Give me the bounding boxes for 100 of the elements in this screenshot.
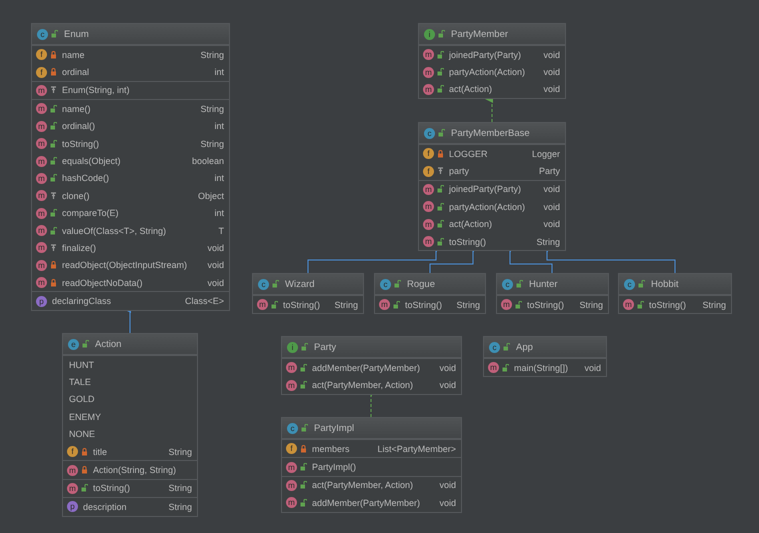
member-name: toString(): [449, 236, 488, 247]
member-badge-icon: m: [36, 242, 47, 254]
member-name: toString(): [405, 300, 444, 310]
member-badge-icon: m: [36, 156, 47, 167]
member-name: GOLD: [69, 394, 96, 404]
member-type: String: [200, 138, 224, 149]
member-type: int: [214, 121, 224, 132]
class-name: PartyMember: [451, 28, 508, 40]
member-badge-icon: m: [36, 120, 47, 132]
member-type: Party: [538, 166, 560, 176]
member-badge-icon: m: [67, 482, 78, 494]
type-badge-icon: c: [489, 342, 500, 352]
class-node[interactable]: c Rogue m toString() String: [374, 273, 486, 314]
class-node[interactable]: i Party m addMember(PartyMember) void m act(PartyMember, Action) void: [281, 336, 462, 395]
type-badge-icon: e: [68, 338, 79, 350]
member-name: joinedParty(Party): [449, 184, 522, 194]
member-badge-icon: m: [379, 299, 390, 310]
class-node[interactable]: c PartyImpl f members List<PartyMember> m PartyImpl() m act(PartyMember, Action) void m addMember(PartyMember) void: [281, 417, 462, 513]
member-badge-icon: m: [36, 84, 47, 96]
type-badge-icon: c: [424, 128, 435, 138]
member-type: String: [168, 446, 192, 457]
member-name: addMember(PartyMember): [312, 362, 422, 373]
member-type: void: [584, 362, 601, 373]
class-node[interactable]: e Action HUNT TALE GOLD ENEMY NONE f title String m Action(String, String) m toString() String p description String: [62, 333, 198, 517]
member-type: int: [214, 173, 224, 184]
type-badge-icon: c: [380, 278, 391, 290]
member-type: String: [456, 300, 480, 310]
member-type: Class<E>: [184, 296, 224, 306]
member-name: name(): [62, 104, 92, 114]
member-badge-icon: m: [286, 362, 297, 374]
member-badge-icon: m: [286, 380, 297, 391]
member-name: toString(): [283, 300, 322, 310]
member-badge-icon: m: [257, 299, 268, 310]
member-type: boolean: [192, 156, 224, 166]
member-badge-icon: m: [36, 277, 47, 288]
type-badge-icon: c: [287, 422, 298, 434]
member-badge-icon: m: [36, 260, 47, 271]
class-name: Action: [95, 338, 122, 350]
member-badge-icon: m: [36, 190, 47, 202]
class-node[interactable]: c App m main(String[]) void: [483, 336, 607, 378]
member-type: void: [207, 260, 224, 270]
member-badge-icon: f: [67, 446, 78, 458]
member-type: void: [439, 380, 456, 390]
member-type: String: [334, 300, 358, 310]
member-badge-icon: p: [36, 296, 47, 307]
member-badge-icon: m: [286, 462, 297, 473]
class-name: Enum: [64, 28, 89, 40]
member-name: members: [312, 444, 351, 454]
member-badge-icon: f: [423, 166, 434, 177]
member-type: void: [207, 242, 224, 253]
member-name: toString(): [649, 300, 688, 310]
member-name: description: [83, 502, 128, 512]
member-name: NONE: [69, 429, 96, 440]
class-node[interactable]: c Hobbit m toString() String: [618, 273, 732, 314]
member-name: LOGGER: [449, 148, 489, 159]
type-badge-icon: c: [258, 278, 269, 290]
member-name: PartyImpl(): [312, 462, 358, 472]
class-node[interactable]: c Hunter m toString() String: [496, 273, 609, 314]
member-name: Enum(String, int): [62, 85, 131, 96]
member-name: equals(Object): [62, 156, 122, 166]
class-node[interactable]: [31, 23, 230, 311]
member-name: name: [62, 50, 86, 60]
member-type: String: [536, 236, 560, 247]
member-name: addMember(PartyMember): [312, 498, 422, 508]
class-name: PartyImpl: [314, 422, 354, 434]
member-type: void: [439, 362, 456, 373]
member-name: act(PartyMember, Action): [312, 480, 414, 490]
member-badge-icon: f: [423, 148, 434, 160]
member-badge-icon: m: [501, 299, 512, 310]
class-node[interactable]: i PartyMember m joinedParty(Party) void m partyAction(Action) void m act(Action) void: [418, 23, 566, 100]
member-type: Object: [198, 190, 224, 201]
member-name: title: [93, 446, 108, 457]
member-badge-icon: m: [423, 84, 434, 95]
member-badge-icon: m: [423, 184, 434, 195]
member-name: ENEMY: [69, 412, 102, 422]
member-type: void: [543, 67, 560, 78]
class-node[interactable]: c Wizard m toString() String: [252, 273, 364, 314]
member-name: toString(): [62, 138, 100, 149]
member-badge-icon: m: [423, 218, 434, 230]
member-badge-icon: m: [36, 172, 47, 184]
member-type: String: [168, 483, 192, 494]
member-type: int: [214, 208, 224, 218]
member-name: HUNT: [69, 360, 95, 370]
member-type: void: [207, 278, 224, 288]
member-badge-icon: m: [67, 464, 78, 476]
member-type: String: [200, 104, 224, 114]
member-badge-icon: m: [423, 66, 434, 78]
member-name: Action(String, String): [93, 465, 178, 476]
member-badge-icon: m: [36, 225, 47, 236]
member-type: void: [543, 184, 560, 194]
type-badge-icon: c: [37, 28, 48, 40]
class-node[interactable]: c PartyMemberBase f LOGGER Logger f party Party m joinedParty(Party) void m partyAction(Action) void m act(Action) void m toString() String: [418, 122, 566, 252]
member-badge-icon: m: [423, 201, 434, 212]
type-badge-icon: c: [624, 278, 635, 290]
member-name: joinedParty(Party): [449, 50, 522, 60]
member-badge-icon: f: [36, 49, 47, 60]
member-type: void: [543, 50, 560, 60]
member-name: toString(): [93, 483, 132, 494]
member-name: partyAction(Action): [449, 202, 526, 212]
member-name: ordinal(): [62, 121, 96, 132]
